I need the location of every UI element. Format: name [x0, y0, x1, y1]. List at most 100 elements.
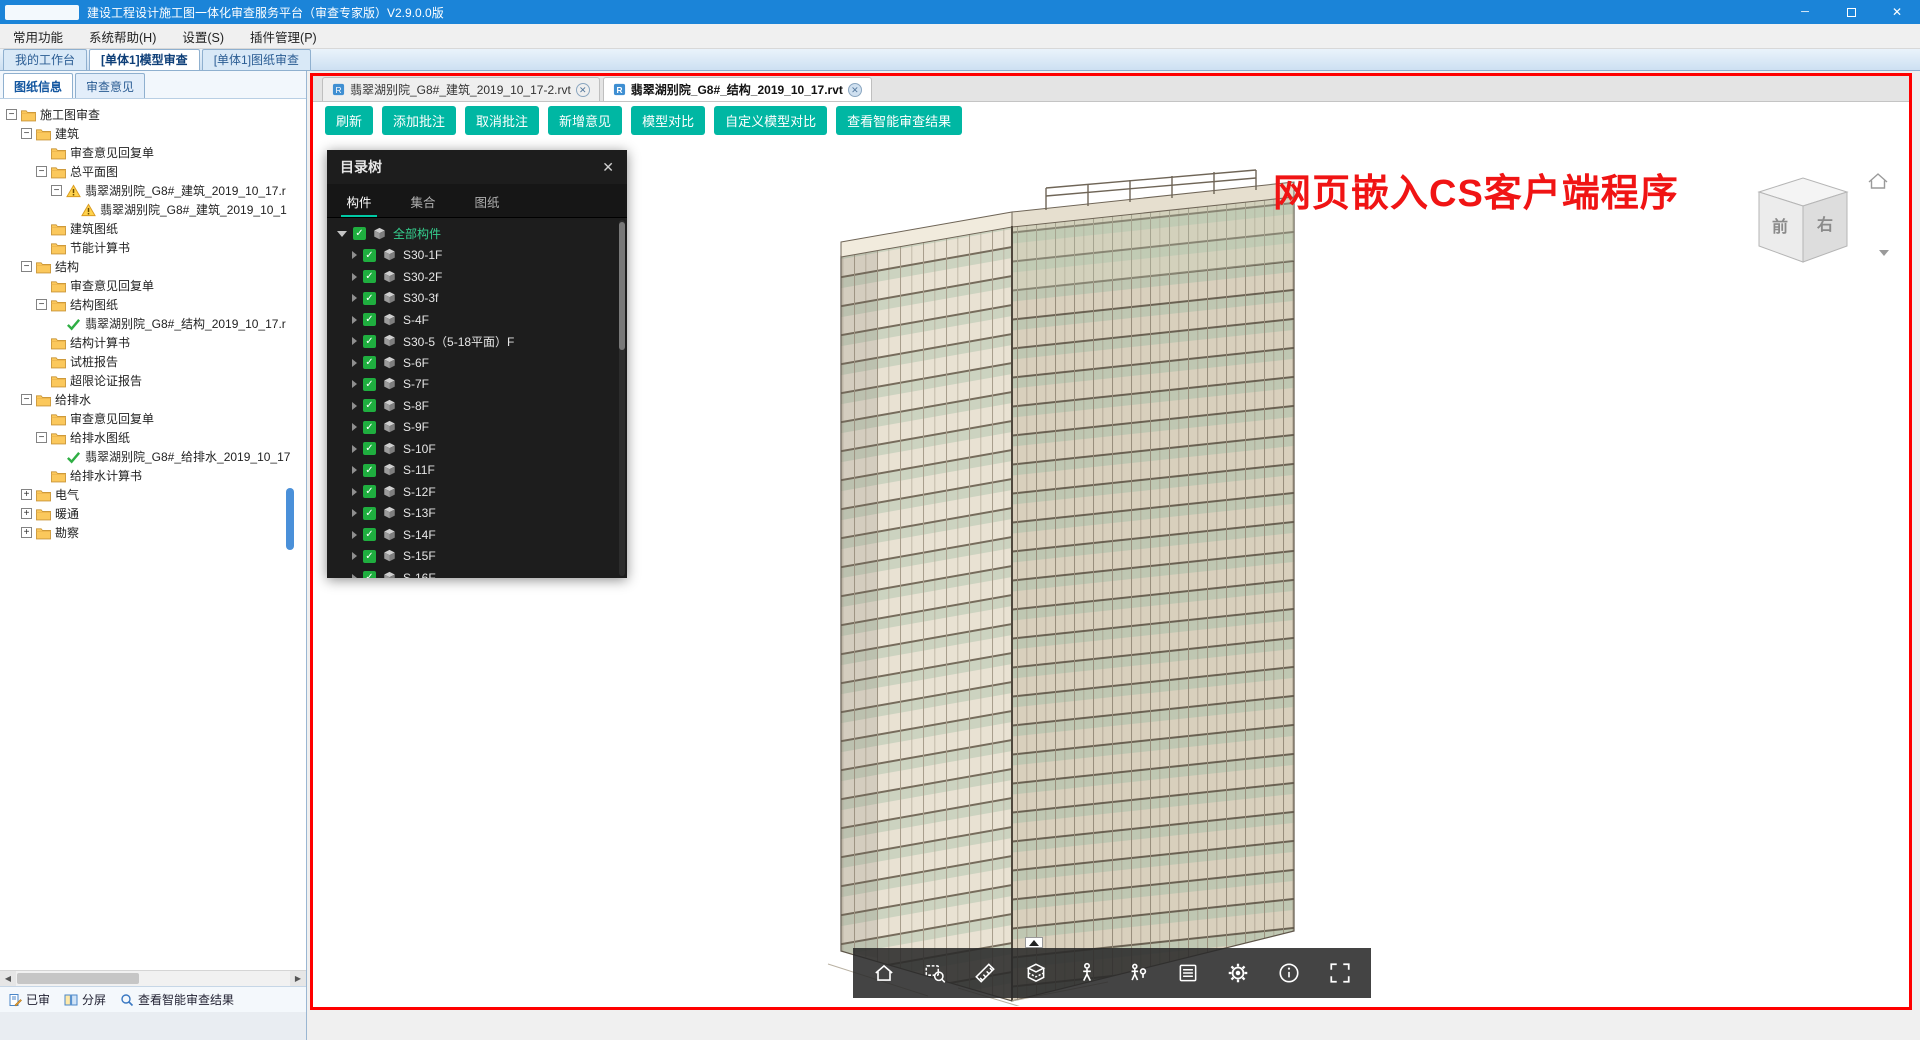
expand-arrow-icon[interactable]: [352, 574, 357, 578]
split-screen-toggle[interactable]: 分屏: [64, 991, 106, 1008]
tree-vertical-scrollbar[interactable]: [286, 488, 294, 550]
tree-item[interactable]: 建筑: [4, 124, 304, 143]
tree-item[interactable]: 给排水: [4, 390, 304, 409]
catalog-item[interactable]: S-12F: [337, 481, 627, 503]
catalog-item[interactable]: S-14F: [337, 524, 627, 546]
checkbox-checked[interactable]: [353, 227, 366, 240]
checkbox-checked[interactable]: [363, 507, 376, 520]
tab-model-review[interactable]: [单体1]模型审查: [89, 49, 200, 70]
expand-arrow-icon[interactable]: [352, 402, 357, 410]
collapse-icon[interactable]: [36, 432, 47, 443]
viewer-section-button[interactable]: [1016, 953, 1056, 993]
collapse-icon[interactable]: [21, 261, 32, 272]
checkbox-checked[interactable]: [363, 528, 376, 541]
tree-item[interactable]: 暖通: [4, 504, 304, 523]
catalog-item[interactable]: S-4F: [337, 309, 627, 331]
expand-arrow-icon[interactable]: [352, 294, 357, 302]
catalog-item[interactable]: S30-5（5-18平面）F: [337, 331, 627, 353]
catalog-item[interactable]: S-8F: [337, 395, 627, 417]
catalog-close-icon[interactable]: [602, 159, 614, 176]
expand-icon[interactable]: [21, 508, 32, 519]
catalog-root-item[interactable]: 全部构件: [337, 223, 627, 245]
tree-item[interactable]: 节能计算书: [4, 238, 304, 257]
tree-item[interactable]: 结构计算书: [4, 333, 304, 352]
refresh-button[interactable]: 刷新: [325, 106, 373, 135]
catalog-item[interactable]: S30-3f: [337, 288, 627, 310]
menu-settings[interactable]: 设置(S): [169, 24, 237, 48]
viewer-walk-button[interactable]: [1067, 953, 1107, 993]
tree-item[interactable]: 给排水计算书: [4, 466, 304, 485]
checkbox-checked[interactable]: [363, 421, 376, 434]
viewer-info-button[interactable]: [1269, 953, 1309, 993]
expand-arrow-icon[interactable]: [352, 488, 357, 496]
viewer-fullscreen-button[interactable]: [1320, 953, 1360, 993]
tab-drawing-info[interactable]: 图纸信息: [3, 73, 73, 98]
model-viewport[interactable]: 网页嵌入CS客户端程序 前 右: [313, 138, 1909, 1007]
catalog-item[interactable]: S-15F: [337, 546, 627, 568]
collapse-icon[interactable]: [6, 109, 17, 120]
reviewed-toggle[interactable]: 已审: [8, 991, 50, 1008]
collapse-icon[interactable]: [36, 166, 47, 177]
checkbox-checked[interactable]: [363, 313, 376, 326]
expand-arrow-icon[interactable]: [352, 337, 357, 345]
catalog-item[interactable]: S-11F: [337, 460, 627, 482]
model-compare-button[interactable]: 模型对比: [631, 106, 705, 135]
tree-item[interactable]: 施工图审查: [4, 105, 304, 124]
doc-tab-architecture[interactable]: 翡翠湖别院_G8#_建筑_2019_10_17-2.rvt: [322, 77, 600, 101]
menu-common-functions[interactable]: 常用功能: [0, 24, 76, 48]
catalog-tab-sets[interactable]: 集合: [391, 184, 455, 217]
checkbox-checked[interactable]: [363, 550, 376, 563]
tree-item[interactable]: 总平面图: [4, 162, 304, 181]
expand-icon[interactable]: [21, 527, 32, 538]
tree-item[interactable]: 给排水图纸: [4, 428, 304, 447]
tree-item[interactable]: 建筑图纸: [4, 219, 304, 238]
checkbox-checked[interactable]: [363, 249, 376, 262]
expand-arrow-icon[interactable]: [352, 380, 357, 388]
catalog-item[interactable]: S-13F: [337, 503, 627, 525]
viewer-properties-button[interactable]: [1168, 953, 1208, 993]
viewer-zoom-select-button[interactable]: [915, 953, 955, 993]
checkbox-checked[interactable]: [363, 378, 376, 391]
scroll-right-icon[interactable]: [290, 971, 306, 986]
viewer-settings-button[interactable]: [1218, 953, 1258, 993]
custom-model-compare-button[interactable]: 自定义模型对比: [714, 106, 827, 135]
checkbox-checked[interactable]: [363, 464, 376, 477]
tree-item[interactable]: 试桩报告: [4, 352, 304, 371]
viewer-roam-button[interactable]: [1117, 953, 1157, 993]
tree-item[interactable]: 超限论证报告: [4, 371, 304, 390]
tree-item[interactable]: 结构: [4, 257, 304, 276]
tab-drawing-review[interactable]: [单体1]图纸审查: [202, 49, 311, 70]
checkbox-checked[interactable]: [363, 571, 376, 578]
maximize-button[interactable]: [1828, 0, 1874, 24]
tree-item[interactable]: 翡翠湖别院_G8#_建筑_2019_10_17.r: [4, 181, 304, 200]
expand-arrow-icon[interactable]: [352, 251, 357, 259]
expand-arrow-icon[interactable]: [352, 466, 357, 474]
catalog-item[interactable]: S-9F: [337, 417, 627, 439]
tree-horizontal-scrollbar[interactable]: [0, 970, 306, 986]
new-opinion-button[interactable]: 新增意见: [548, 106, 622, 135]
viewer-home-button[interactable]: [864, 953, 904, 993]
smart-review-results-button[interactable]: 查看智能审查结果: [836, 106, 962, 135]
checkbox-checked[interactable]: [363, 442, 376, 455]
collapse-icon[interactable]: [36, 299, 47, 310]
catalog-item[interactable]: S-6F: [337, 352, 627, 374]
cube-menu-caret-icon[interactable]: [1879, 250, 1889, 256]
catalog-scrollbar-thumb[interactable]: [619, 222, 625, 350]
expand-arrow-icon[interactable]: [352, 359, 357, 367]
catalog-item[interactable]: S-16F: [337, 567, 627, 578]
collapse-icon[interactable]: [51, 185, 62, 196]
smart-review-results-link[interactable]: 查看智能审查结果: [120, 991, 234, 1008]
close-button[interactable]: [1874, 0, 1920, 24]
checkbox-checked[interactable]: [363, 292, 376, 305]
catalog-item[interactable]: S30-2F: [337, 266, 627, 288]
catalog-item[interactable]: S-7F: [337, 374, 627, 396]
expand-arrow-icon[interactable]: [352, 423, 357, 431]
doc-tab-structure[interactable]: 翡翠湖别院_G8#_结构_2019_10_17.rvt: [603, 77, 872, 101]
catalog-tab-drawings[interactable]: 图纸: [455, 184, 519, 217]
close-tab-icon[interactable]: [576, 83, 590, 97]
expand-arrow-icon[interactable]: [352, 531, 357, 539]
collapse-icon[interactable]: [21, 394, 32, 405]
close-tab-icon[interactable]: [848, 83, 862, 97]
tree-item[interactable]: 翡翠湖别院_G8#_给排水_2019_10_17: [4, 447, 304, 466]
checkbox-checked[interactable]: [363, 485, 376, 498]
